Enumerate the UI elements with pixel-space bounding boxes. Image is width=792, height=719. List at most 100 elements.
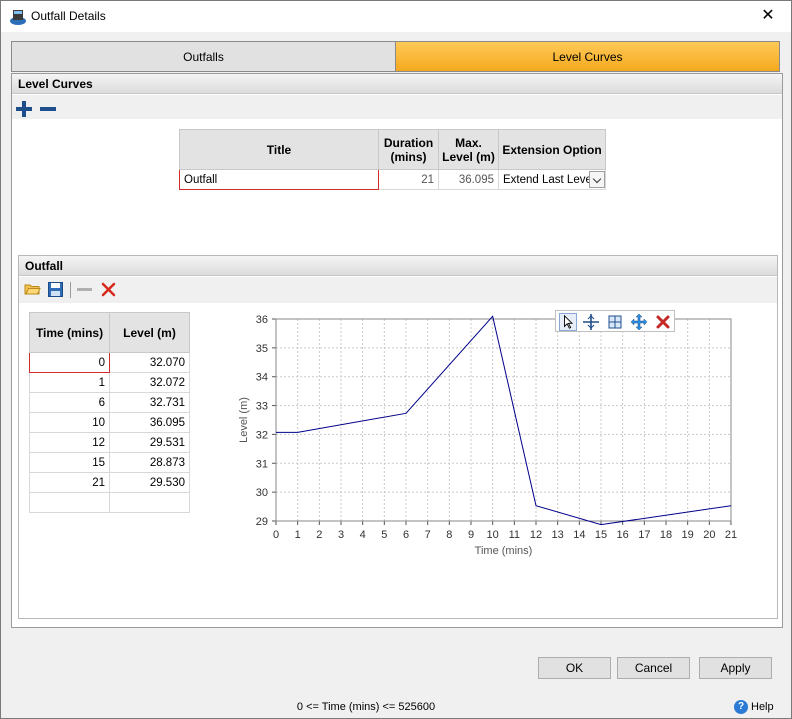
level-cell[interactable]: 28.873 [109,452,190,473]
pan-icon[interactable] [630,313,648,331]
remove-curve-icon[interactable] [40,101,56,117]
time-cell-empty[interactable] [29,492,110,513]
zoom-window-icon[interactable] [606,313,624,331]
y-axis-label: Level (m) [238,397,250,443]
status-text: 0 <= Time (mins) <= 525600 [296,701,436,713]
x-tick-label: 3 [338,529,344,541]
column-header-title[interactable]: Title [179,129,379,170]
delete-icon[interactable] [100,281,117,298]
add-curve-icon[interactable] [16,101,32,117]
y-tick-label: 33 [256,401,268,413]
close-icon: ✕ [761,7,775,24]
outfall-curve-box: Outfall Time (mins) Level (m) 0 32.070 1… [18,255,778,619]
time-cell[interactable]: 15 [29,452,110,473]
y-tick-label: 30 [256,487,268,499]
x-tick-label: 14 [573,529,585,541]
curve-duration-cell: 21 [378,169,439,190]
cancel-button[interactable]: Cancel [617,657,690,679]
x-tick-label: 12 [530,529,542,541]
x-tick-label: 21 [725,529,737,541]
level-curves-toolbar [12,95,782,119]
column-header-max-level[interactable]: Max. Level (m) [438,129,499,170]
table-row[interactable]: 6 32.731 [29,392,190,413]
help-label: Help [751,700,774,713]
level-curves-table: Title Duration (mins) Max. Level (m) Ext… [179,129,606,190]
pointer-icon[interactable] [559,313,577,331]
x-tick-label: 18 [660,529,672,541]
close-button[interactable]: ✕ [745,1,791,32]
x-tick-label: 2 [316,529,322,541]
x-tick-label: 7 [425,529,431,541]
time-cell[interactable]: 0 [29,352,110,373]
level-curves-panel: Level Curves Title Duration (mins) Max. … [11,73,783,628]
remove-point-icon[interactable] [76,281,93,298]
y-tick-label: 36 [256,314,268,326]
level-cell[interactable]: 36.095 [109,412,190,433]
level-cell[interactable]: 29.530 [109,472,190,493]
outfall-header: Outfall [19,256,777,276]
plot-frame [275,318,732,522]
y-tick-label: 35 [256,343,268,355]
extension-option-select[interactable]: Extend Last Level [498,169,606,190]
level-curves-header: Level Curves [12,74,782,94]
time-cell[interactable]: 12 [29,432,110,453]
x-tick-label: 4 [360,529,366,541]
table-row[interactable]: 21 29.530 [29,472,190,493]
table-row-empty[interactable] [29,492,190,513]
x-tick-label: 1 [295,529,301,541]
toolbar-divider [70,282,71,298]
ok-button[interactable]: OK [538,657,611,679]
x-tick-label: 6 [403,529,409,541]
open-folder-icon[interactable] [24,281,41,298]
help-icon: ? [734,700,748,714]
extension-option-value: Extend Last Level [503,173,595,186]
help-link[interactable]: ? Help [734,700,774,714]
tab-bar: Outfalls Level Curves [11,41,780,72]
tab-level-curves[interactable]: Level Curves [395,41,780,72]
x-tick-label: 15 [595,529,607,541]
save-icon[interactable] [47,281,64,298]
table-row[interactable]: 1 32.072 [29,372,190,393]
x-tick-label: 20 [703,529,715,541]
app-icon [10,10,26,25]
level-cell-empty[interactable] [109,492,190,513]
time-cell[interactable]: 21 [29,472,110,493]
x-tick-label: 0 [273,529,279,541]
clear-chart-icon[interactable] [654,313,672,331]
y-tick-label: 31 [256,458,268,470]
apply-button[interactable]: Apply [699,657,772,679]
curve-max-level-cell: 36.095 [438,169,499,190]
table-row[interactable]: 10 36.095 [29,412,190,433]
chart-toolbar [555,310,675,332]
table-row[interactable]: Outfall 21 36.095 Extend Last Level [179,169,606,190]
x-tick-label: 13 [552,529,564,541]
x-axis-label: Time (mins) [475,545,533,557]
curve-title-cell[interactable]: Outfall [179,169,379,190]
y-tick-label: 32 [256,429,268,441]
x-tick-label: 9 [468,529,474,541]
x-tick-label: 5 [381,529,387,541]
level-cell[interactable]: 32.731 [109,392,190,413]
x-tick-label: 11 [509,529,520,541]
x-tick-label: 19 [682,529,694,541]
outfall-toolbar [19,277,777,303]
time-cell[interactable]: 10 [29,412,110,433]
column-header-level[interactable]: Level (m) [109,312,190,353]
time-cell[interactable]: 6 [29,392,110,413]
column-header-time[interactable]: Time (mins) [29,312,110,353]
table-row[interactable]: 0 32.070 [29,352,190,373]
chevron-down-icon[interactable] [589,171,605,188]
tab-outfalls[interactable]: Outfalls [11,41,396,72]
level-cell[interactable]: 32.070 [109,352,190,373]
x-tick-label: 10 [487,529,499,541]
column-header-extension-option[interactable]: Extension Option [498,129,606,170]
column-header-duration[interactable]: Duration (mins) [378,129,439,170]
level-cell[interactable]: 32.072 [109,372,190,393]
level-cell[interactable]: 29.531 [109,432,190,453]
crosshair-icon[interactable] [582,313,600,331]
level-curve-chart[interactable]: 0 1 2 3 4 5 6 7 8 9 10 11 12 13 14 15 16 17 18 19 20 21293031… [219,306,739,561]
x-tick-label: 17 [638,529,650,541]
table-row[interactable]: 15 28.873 [29,452,190,473]
table-row[interactable]: 12 29.531 [29,432,190,453]
time-cell[interactable]: 1 [29,372,110,393]
